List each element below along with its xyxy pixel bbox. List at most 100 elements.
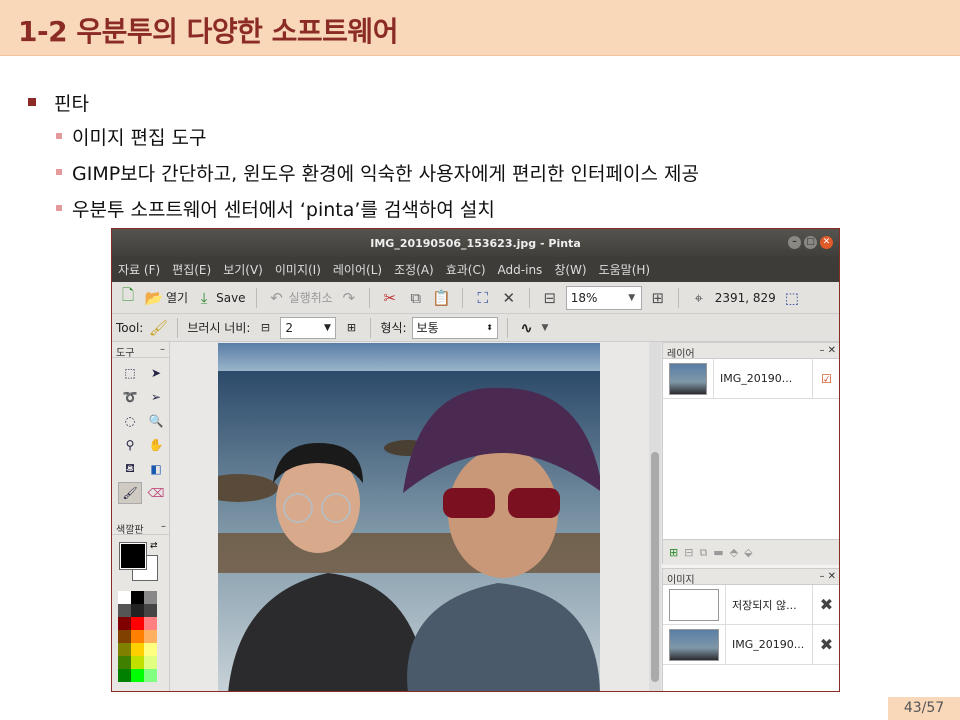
palette-swatch[interactable]	[118, 617, 131, 630]
open-button[interactable]: 📂 열기	[144, 288, 188, 308]
decrease-icon[interactable]: ⊟	[255, 318, 275, 338]
palette-swatch[interactable]	[131, 604, 144, 617]
menu-window[interactable]: 창(W)	[554, 261, 586, 278]
window-title: IMG_20190506_153623.jpg - Pinta	[370, 236, 581, 250]
lasso-select-icon[interactable]: ➰	[118, 386, 142, 408]
vertical-scrollbar[interactable]	[649, 342, 661, 691]
add-layer-icon[interactable]: ⊞	[669, 546, 678, 559]
brush-width-value: 2	[285, 320, 294, 335]
merge-layer-icon[interactable]: ▬	[713, 546, 723, 559]
copy-icon[interactable]: ⧉	[406, 288, 426, 308]
rectangle-select-icon[interactable]: ⬚	[118, 362, 142, 384]
cut-icon[interactable]: ✂	[380, 288, 400, 308]
window-titlebar[interactable]: IMG_20190506_153623.jpg - Pinta – □ ✕	[112, 229, 839, 257]
close-image-icon[interactable]: ✖	[812, 625, 839, 664]
redo-icon[interactable]: ↷	[339, 288, 359, 308]
layer-thumbnail	[669, 362, 707, 395]
palette-swatch[interactable]	[131, 656, 144, 669]
right-panels: 레이어 – ✕ IMG_20190... ☑ ⊞ ⊟ ⧉ ▬ ⬘ ⬙ 이미지 –…	[662, 342, 839, 691]
pan-icon[interactable]: ✋	[144, 434, 168, 456]
image-row[interactable]: 저장되지 않... ✖	[663, 585, 839, 625]
duplicate-layer-icon[interactable]: ⧉	[699, 546, 707, 560]
layer-row[interactable]: IMG_20190... ☑	[663, 359, 839, 399]
undo-button[interactable]: ↶ 실행취소	[267, 288, 332, 308]
palette-swatch[interactable]	[144, 643, 157, 656]
move-selected-icon[interactable]: ➤	[144, 362, 168, 384]
palette-swatch[interactable]	[131, 591, 144, 604]
zoom-icon[interactable]: 🔍	[144, 410, 168, 432]
move-selection-icon[interactable]: ➢	[144, 386, 168, 408]
minimize-icon[interactable]: –	[160, 344, 165, 355]
palette-swatch[interactable]	[144, 669, 157, 682]
menu-layers[interactable]: 레이어(L)	[333, 261, 382, 278]
menu-view[interactable]: 보기(V)	[223, 261, 263, 278]
increase-icon[interactable]: ⊞	[341, 318, 361, 338]
palette-swatch[interactable]	[144, 604, 157, 617]
style-combo[interactable]: 보통 ⬍	[411, 316, 498, 339]
bullet-marker	[56, 133, 62, 139]
canvas-area[interactable]	[171, 342, 649, 691]
panel-controls[interactable]: – ✕	[819, 571, 836, 582]
palette-swatch[interactable]	[131, 669, 144, 682]
chevron-down-icon[interactable]: ▼	[542, 323, 549, 333]
panel-controls[interactable]: – ✕	[819, 345, 836, 356]
layer-name: IMG_20190...	[713, 359, 812, 398]
menu-addins[interactable]: Add-ins	[498, 263, 543, 277]
deselect-icon[interactable]: ✕	[499, 288, 519, 308]
new-file-icon[interactable]: 🗋	[118, 286, 138, 308]
style-value: 보통	[416, 321, 439, 335]
zoom-in-icon[interactable]: ⊞	[648, 288, 668, 308]
gradient-icon[interactable]: ◧	[144, 458, 168, 480]
palette-grid[interactable]	[112, 591, 170, 682]
canvas-image[interactable]	[218, 343, 600, 691]
palette-swatch[interactable]	[118, 591, 131, 604]
close-button[interactable]: ✕	[820, 236, 833, 249]
palette-swatch[interactable]	[144, 617, 157, 630]
move-down-icon[interactable]: ⬙	[744, 546, 752, 559]
separator	[370, 317, 372, 338]
image-row[interactable]: IMG_20190... ✖	[663, 625, 839, 665]
primary-color-swatch[interactable]	[119, 542, 147, 570]
palette-swatch[interactable]	[131, 630, 144, 643]
palette-swatch[interactable]	[118, 630, 131, 643]
palette-swatch[interactable]	[118, 604, 131, 617]
minimize-icon[interactable]: –	[161, 521, 166, 532]
paste-icon[interactable]: 📋	[432, 288, 452, 308]
menu-effects[interactable]: 효과(C)	[446, 261, 486, 278]
palette-swatch[interactable]	[144, 630, 157, 643]
palette-swatch[interactable]	[144, 656, 157, 669]
antialias-icon[interactable]: ∿	[517, 318, 537, 338]
swap-colors-icon[interactable]: ⇄	[150, 541, 158, 551]
close-image-icon[interactable]: ✖	[812, 585, 839, 624]
paint-bucket-icon[interactable]: ⛾	[118, 458, 142, 480]
maximize-button[interactable]: □	[804, 236, 817, 249]
delete-layer-icon[interactable]: ⊟	[684, 546, 693, 559]
palette-swatch[interactable]	[131, 617, 144, 630]
eraser-icon[interactable]: ⌫	[144, 482, 168, 504]
brush-width-input[interactable]: 2 ▼	[280, 316, 337, 339]
palette-swatch[interactable]	[144, 591, 157, 604]
bullet-main-text: 핀타	[54, 92, 89, 115]
menu-edit[interactable]: 편집(E)	[172, 261, 211, 278]
ellipse-select-icon[interactable]: ◌	[118, 410, 142, 432]
palette-swatch[interactable]	[131, 643, 144, 656]
zoom-out-icon[interactable]: ⊟	[540, 288, 560, 308]
crop-icon[interactable]: ⛶	[473, 288, 493, 308]
menu-adjustments[interactable]: 조정(A)	[394, 261, 434, 278]
menu-image[interactable]: 이미지(I)	[275, 261, 321, 278]
color-swatches: ⇄	[118, 541, 164, 585]
minimize-button[interactable]: –	[788, 236, 801, 249]
menu-help[interactable]: 도움말(H)	[599, 261, 651, 278]
save-button[interactable]: ⤓ Save	[194, 288, 246, 308]
move-up-icon[interactable]: ⬘	[730, 546, 738, 559]
palette-swatch[interactable]	[118, 656, 131, 669]
sunglasses-right	[508, 488, 560, 518]
palette-swatch[interactable]	[118, 669, 131, 682]
palette-swatch[interactable]	[118, 643, 131, 656]
paintbrush-icon[interactable]: 🖌	[118, 482, 142, 504]
scrollbar-thumb[interactable]	[651, 452, 659, 682]
visibility-checkbox-icon[interactable]: ☑	[812, 359, 839, 398]
magic-wand-icon[interactable]: ⚲	[118, 434, 142, 456]
menu-file[interactable]: 자료 (F)	[118, 261, 160, 278]
zoom-combo[interactable]: 18% ▼	[565, 285, 642, 310]
